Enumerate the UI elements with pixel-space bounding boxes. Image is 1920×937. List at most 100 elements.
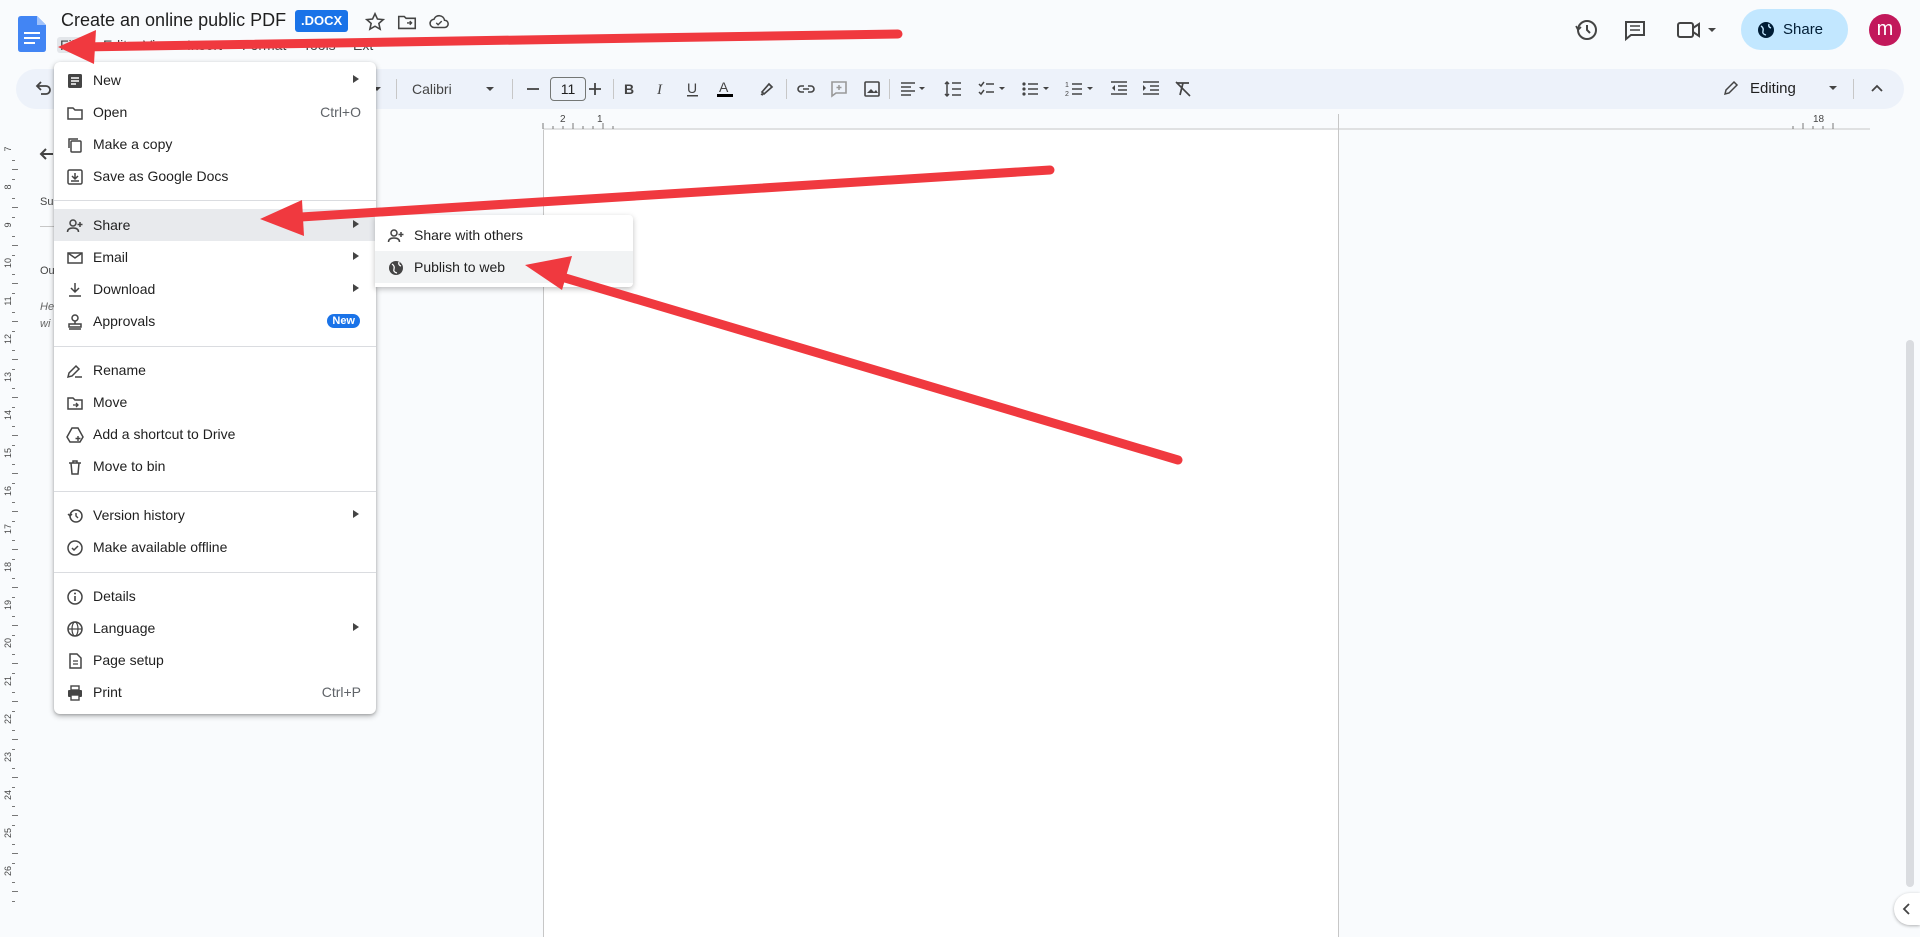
cloud-saved-icon[interactable] xyxy=(428,11,450,33)
menu-item-label: Print xyxy=(93,684,122,700)
menu-item-print[interactable]: Print Ctrl+P xyxy=(54,676,376,708)
menu-view[interactable]: View xyxy=(140,37,176,53)
menu-divider xyxy=(54,491,376,492)
insert-link-icon[interactable] xyxy=(795,78,817,100)
menu-item-download[interactable]: Download xyxy=(54,273,376,305)
hide-menus-chevron-up-icon[interactable] xyxy=(1866,78,1888,100)
pencil-icon xyxy=(1723,80,1739,96)
history-icon xyxy=(66,507,84,525)
document-title[interactable]: Create an online public PDF xyxy=(61,10,286,31)
chevron-left-icon xyxy=(1902,903,1910,915)
menu-tools[interactable]: Tools xyxy=(300,37,339,53)
font-family-select[interactable]: Calibri xyxy=(412,78,504,100)
bulleted-list-icon[interactable] xyxy=(1020,78,1052,100)
svg-text:B: B xyxy=(624,81,634,97)
trash-icon xyxy=(66,458,84,476)
menu-file[interactable]: File xyxy=(57,37,86,53)
menu-item-label: Make a copy xyxy=(93,136,173,152)
decrease-indent-icon[interactable] xyxy=(1108,78,1130,100)
menu-item-share[interactable]: Share xyxy=(54,209,376,241)
menu-item-label: Publish to web xyxy=(414,259,506,275)
text-color-icon[interactable]: A xyxy=(714,78,736,100)
ruler-tick xyxy=(12,777,18,778)
insert-image-icon[interactable] xyxy=(861,78,883,100)
menu-item-approvals[interactable]: Approvals New xyxy=(54,305,376,337)
ruler-label: 23 xyxy=(3,752,13,763)
decrease-font-size-icon[interactable] xyxy=(522,78,544,100)
menu-item-move-to-bin[interactable]: Move to bin xyxy=(54,450,376,482)
bold-icon[interactable]: B xyxy=(618,78,640,100)
ruler-tick xyxy=(12,625,18,626)
ruler-tick xyxy=(12,207,18,208)
keyboard-shortcut: Ctrl+O xyxy=(320,104,361,120)
ruler-label: 10 xyxy=(3,258,13,269)
ruler-label: 13 xyxy=(3,372,13,383)
menu-item-label: Save as Google Docs xyxy=(93,168,229,184)
vertical-scrollbar[interactable] xyxy=(1906,340,1914,887)
star-icon[interactable] xyxy=(364,11,386,33)
italic-icon[interactable]: I xyxy=(650,78,672,100)
menu-item-make-available-offline[interactable]: Make available offline xyxy=(54,531,376,563)
menu-item-label: Details xyxy=(93,588,136,604)
menu-item-save-as-google-docs[interactable]: Save as Google Docs xyxy=(54,160,376,192)
highlight-color-icon[interactable] xyxy=(756,78,778,100)
version-history-icon[interactable] xyxy=(1571,14,1603,46)
file-menu: New Open Ctrl+O Make a copy Save as Goog… xyxy=(54,62,376,714)
underline-icon[interactable]: U xyxy=(682,78,704,100)
add-comment-icon[interactable] xyxy=(828,78,850,100)
svg-text:U: U xyxy=(687,80,697,96)
document-icon xyxy=(66,72,84,90)
menu-item-version-history[interactable]: Version history xyxy=(54,499,376,531)
comments-icon[interactable] xyxy=(1619,14,1651,46)
menu-item-share-with-others[interactable]: Share with others xyxy=(375,219,633,251)
move-folder-icon[interactable] xyxy=(396,11,418,33)
menu-item-make-copy[interactable]: Make a copy xyxy=(54,128,376,160)
menu-item-move[interactable]: Move xyxy=(54,386,376,418)
clear-formatting-icon[interactable] xyxy=(1172,78,1194,100)
copy-icon xyxy=(66,136,84,154)
toolbar-divider xyxy=(396,79,397,99)
document-page[interactable] xyxy=(543,130,1339,937)
menu-item-new[interactable]: New xyxy=(54,64,376,96)
meet-call-icon[interactable] xyxy=(1675,14,1719,46)
menu-item-rename[interactable]: Rename xyxy=(54,354,376,386)
ruler-tick xyxy=(12,843,15,845)
share-button[interactable]: Share xyxy=(1741,9,1848,50)
ruler-tick xyxy=(12,463,15,465)
ruler-label: 9 xyxy=(3,222,13,228)
menu-item-label: Approvals xyxy=(93,313,156,329)
menu-item-label: Page setup xyxy=(93,652,164,668)
menu-item-language[interactable]: Language xyxy=(54,612,376,644)
menu-edit[interactable]: Edit xyxy=(100,37,130,53)
docs-logo-icon[interactable] xyxy=(18,16,46,52)
menu-item-details[interactable]: Details xyxy=(54,580,376,612)
ruler-tick xyxy=(12,767,15,769)
menu-item-add-shortcut-drive[interactable]: Add a shortcut to Drive xyxy=(54,418,376,450)
font-size-input[interactable]: 11 xyxy=(550,77,586,101)
ruler-label: 7 xyxy=(3,146,13,152)
line-spacing-icon[interactable] xyxy=(942,78,964,100)
menu-item-page-setup[interactable]: Page setup xyxy=(54,644,376,676)
save-icon xyxy=(66,168,84,186)
numbered-list-icon[interactable]: 12 xyxy=(1064,78,1096,100)
editing-mode-select[interactable]: Editing xyxy=(1722,76,1842,102)
ruler-tick xyxy=(12,805,15,807)
ruler-label: 14 xyxy=(3,410,13,421)
side-panel-toggle[interactable] xyxy=(1894,893,1920,925)
align-left-icon[interactable] xyxy=(898,78,928,100)
menu-item-open[interactable]: Open Ctrl+O xyxy=(54,96,376,128)
checklist-icon[interactable] xyxy=(976,78,1008,100)
increase-font-size-icon[interactable] xyxy=(584,78,606,100)
undo-icon[interactable] xyxy=(32,78,54,100)
menu-item-publish-to-web[interactable]: Publish to web xyxy=(375,251,633,283)
submenu-arrow-icon xyxy=(352,74,360,84)
ruler-label: 22 xyxy=(3,714,13,725)
menu-format[interactable]: Format xyxy=(239,37,289,53)
increase-indent-icon[interactable] xyxy=(1140,78,1162,100)
menu-extensions[interactable]: Ext xyxy=(350,37,376,53)
menu-item-email[interactable]: Email xyxy=(54,241,376,273)
ruler-tick xyxy=(12,273,15,275)
ruler-tick xyxy=(12,245,18,246)
menu-insert[interactable]: Insert xyxy=(184,37,225,53)
avatar[interactable]: m xyxy=(1869,14,1901,46)
